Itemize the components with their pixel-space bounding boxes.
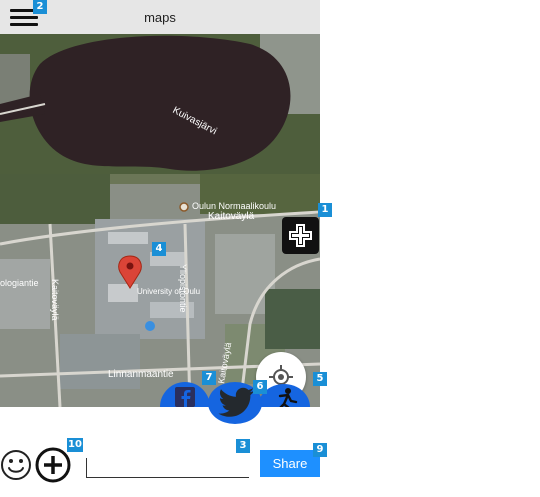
street-label-ologiantie: ologiantie — [0, 278, 39, 288]
message-input[interactable] — [86, 458, 249, 478]
badge-firstaid: 1 — [318, 203, 332, 217]
first-aid-icon — [289, 224, 312, 247]
add-attachment-button[interactable] — [34, 447, 72, 483]
badge-pin: 4 — [152, 242, 166, 256]
top-bar: maps — [0, 0, 320, 35]
page-title: maps — [144, 10, 176, 25]
badge-input: 3 — [236, 439, 250, 453]
school-label: Oulun Normaalikoulu — [192, 201, 276, 211]
district-label: Kaitoväylä — [208, 211, 255, 222]
emoji-button[interactable] — [0, 449, 32, 481]
plus-circle-icon — [35, 447, 71, 483]
badge-share: 9 — [313, 443, 327, 457]
share-button[interactable]: Share — [260, 450, 320, 477]
smiley-icon — [1, 450, 31, 480]
street-label-linnanmaantie: Linnanmaantie — [108, 369, 174, 380]
first-aid-button[interactable] — [282, 217, 319, 254]
badge-locate: 5 — [313, 372, 327, 386]
badge-plus: 10 — [67, 438, 83, 452]
pin-label: University of Oulu — [137, 287, 200, 296]
badge-menu: 2 — [33, 0, 47, 14]
badge-twitter: 6 — [253, 380, 267, 394]
street-label-yliopistontie: Yliopistontie — [178, 264, 188, 313]
street-label-kaitovayla: Kaitoväylä — [50, 279, 60, 321]
